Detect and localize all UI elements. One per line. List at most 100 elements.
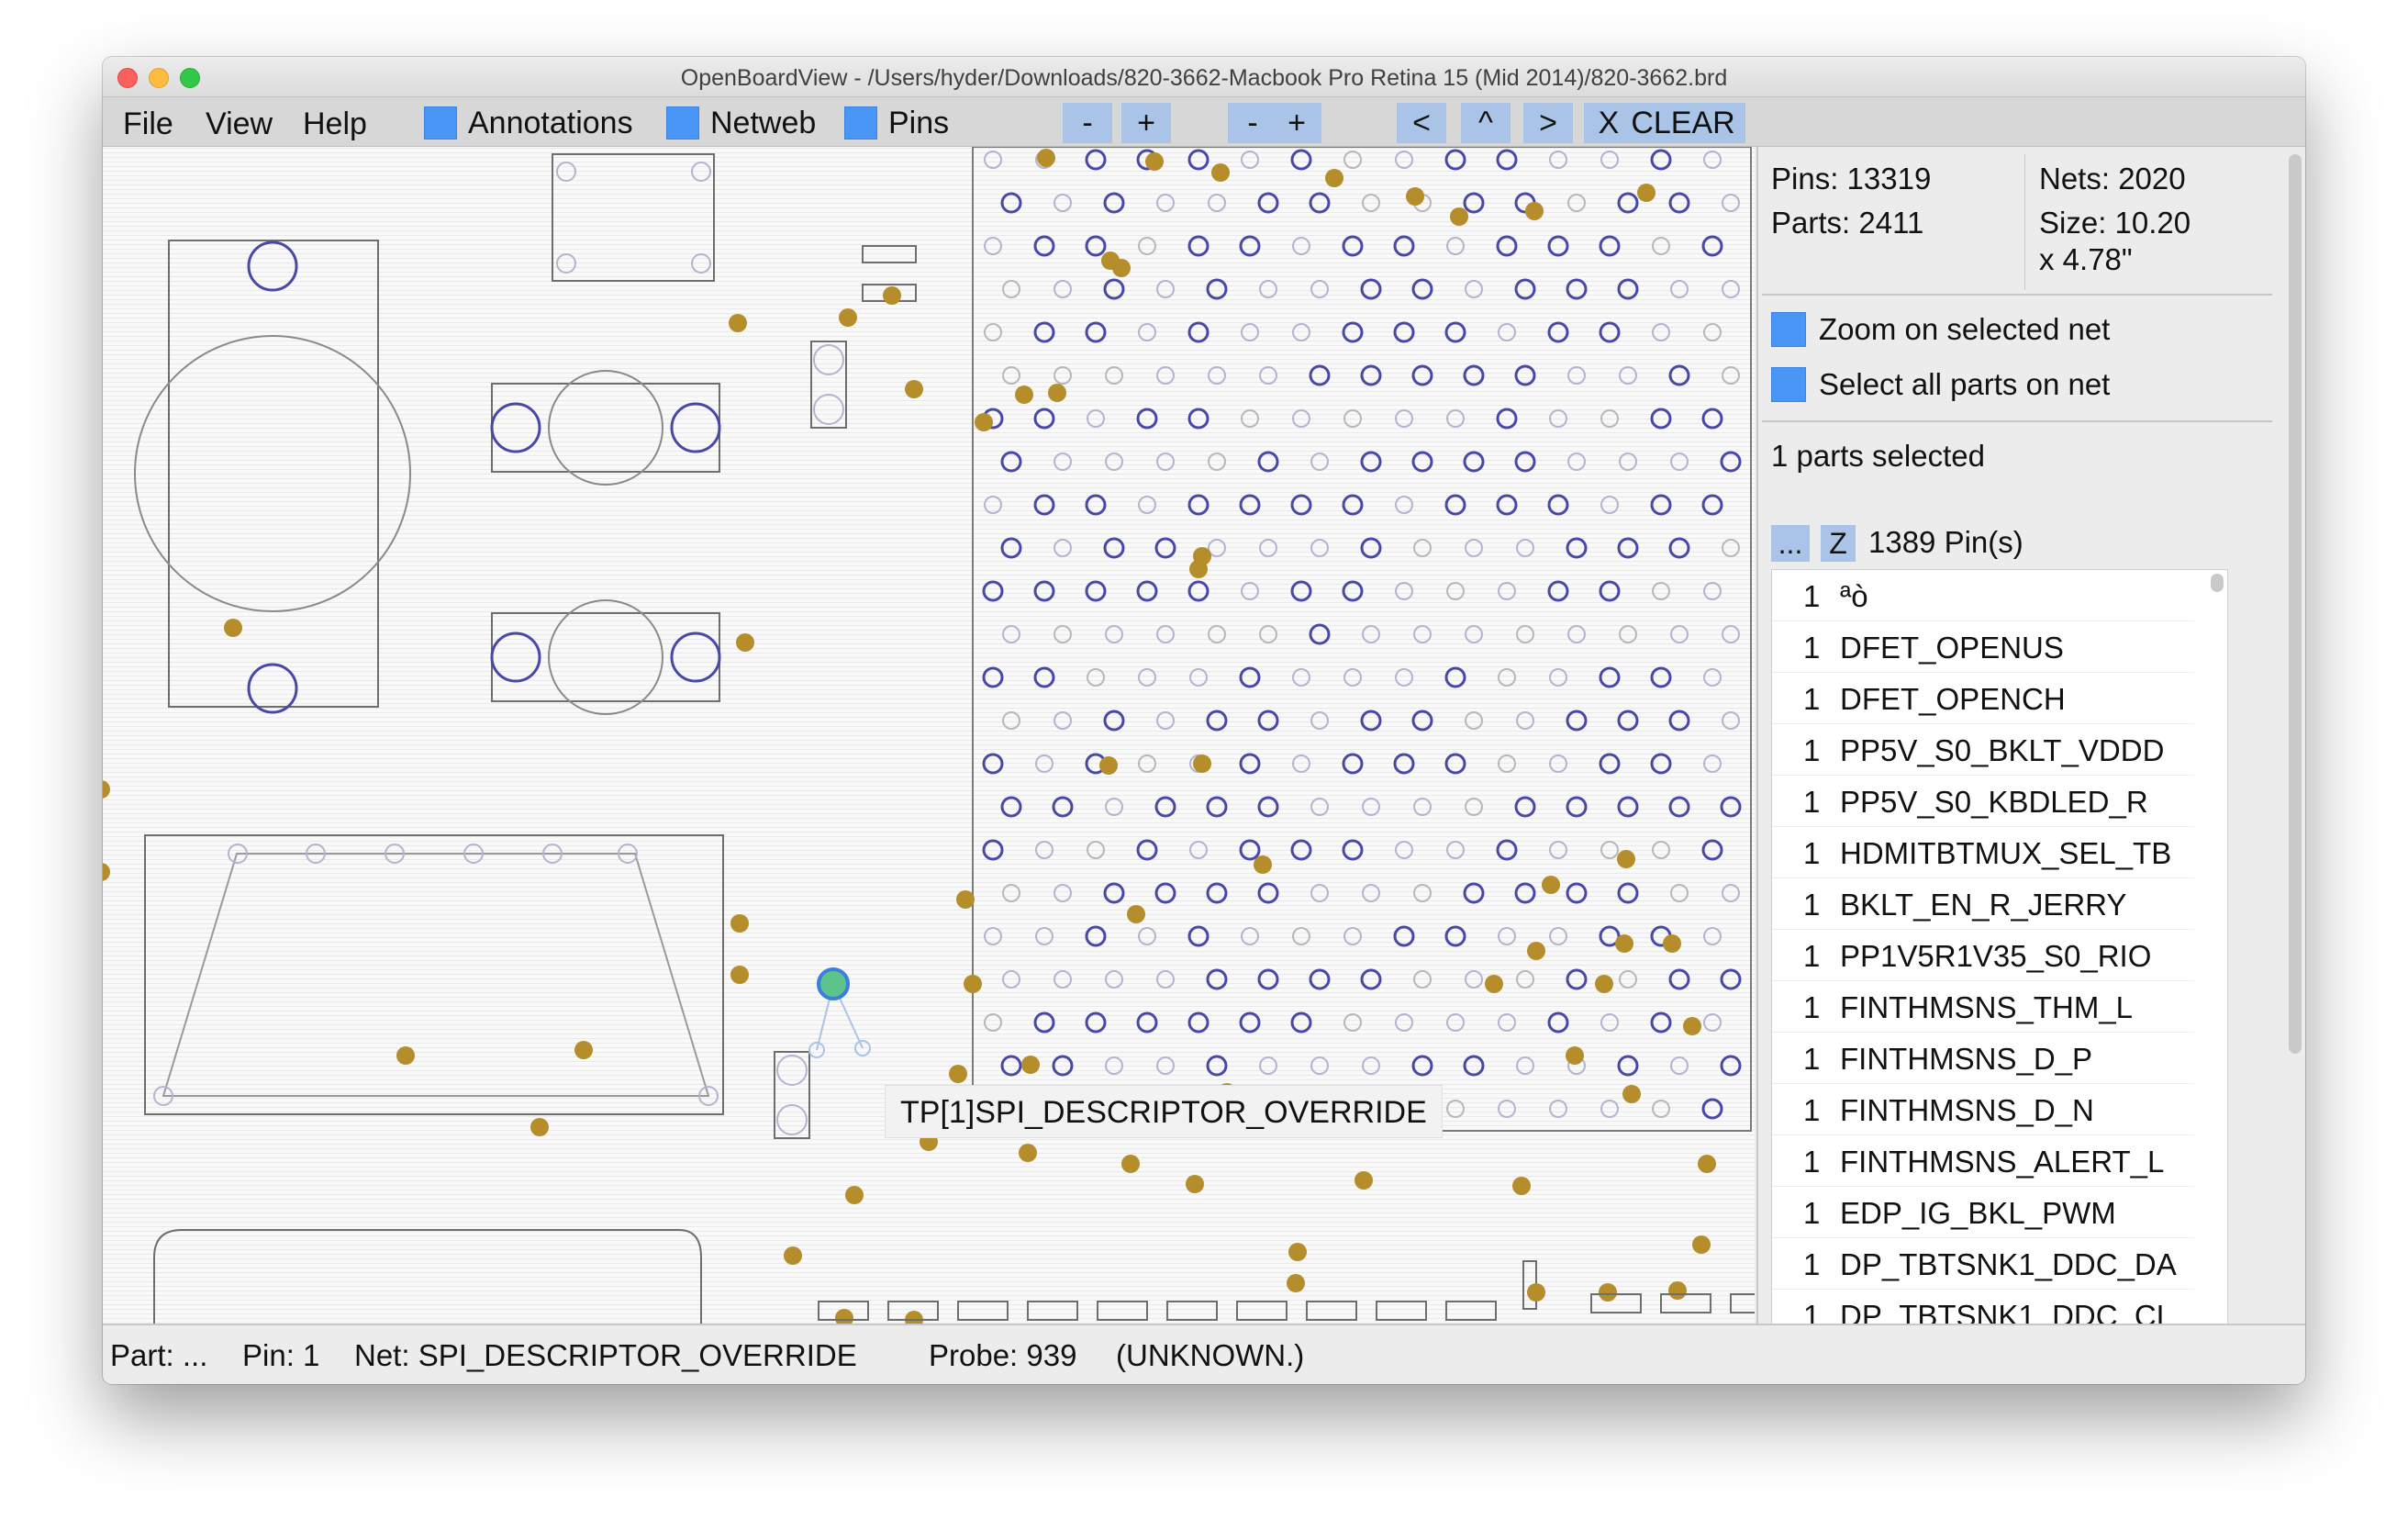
pin-list-item[interactable]: 1 DFET_OPENCH: [1772, 673, 2194, 724]
annotations-checkbox[interactable]: [424, 106, 457, 140]
part-circle: [548, 370, 663, 486]
bga-pin: [1619, 970, 1637, 989]
netweb-checkbox[interactable]: [666, 106, 699, 140]
bga-pin: [1105, 453, 1123, 471]
pad: [1445, 1301, 1497, 1321]
pin-list-count: 1: [1803, 631, 1821, 665]
zoom-out-fine-button[interactable]: -: [1228, 103, 1277, 143]
via: [1692, 1235, 1711, 1254]
part-pin: [490, 631, 541, 683]
pin-list-scrollbar[interactable]: [2211, 574, 2224, 592]
pins-checkbox[interactable]: [844, 106, 877, 140]
bga-pin: [1446, 841, 1465, 859]
pin-list-net-name: ªò: [1840, 579, 1868, 613]
bga-pin: [1085, 580, 1107, 602]
bga-pin: [982, 580, 1004, 602]
panel-scrollbar[interactable]: [2289, 154, 2302, 1054]
zoom-in-fine-button[interactable]: +: [1272, 103, 1321, 143]
annotations-toggle[interactable]: Annotations: [424, 106, 633, 140]
menu-file[interactable]: File: [123, 106, 173, 142]
pin-list-item[interactable]: 1 FINTHMSNS_D_N: [1772, 1084, 2194, 1135]
bga-pin: [1393, 925, 1415, 947]
up-button[interactable]: ^: [1461, 103, 1511, 143]
bga-pin: [1465, 711, 1483, 730]
pin-list-item[interactable]: 1 HDMITBTMUX_SEL_TB: [1772, 827, 2194, 878]
status-bar: Part: ... Pin: 1 Net: SPI_DESCRIPTOR_OVE…: [103, 1324, 2305, 1384]
bga-pin: [1000, 1055, 1022, 1077]
bga-pin: [1703, 582, 1722, 600]
via: [1354, 1171, 1373, 1190]
menu-help[interactable]: Help: [303, 106, 367, 142]
pins-toggle[interactable]: Pins: [844, 106, 949, 140]
bga-pin: [1103, 192, 1125, 214]
bga-pin: [1652, 237, 1670, 255]
bga-pin: [1498, 754, 1516, 773]
bga-pin: [1342, 580, 1364, 602]
select-all-parts-toggle[interactable]: Select all parts on net: [1771, 367, 2110, 402]
zoom-selected-net-toggle[interactable]: Zoom on selected net: [1771, 312, 2110, 347]
bga-pin: [1446, 1100, 1465, 1118]
next-button[interactable]: >: [1523, 103, 1573, 143]
pin-list-count: 1: [1803, 733, 1821, 767]
selected-pin: [817, 967, 850, 1000]
bga-pin: [1514, 796, 1536, 818]
menu-view[interactable]: View: [206, 106, 273, 142]
pin-list-item[interactable]: 1 PP5V_S0_BKLT_VDDD: [1772, 724, 2194, 776]
via: [1189, 560, 1208, 578]
bga-pin: [1652, 323, 1670, 341]
via: [530, 1118, 549, 1136]
more-button[interactable]: ...: [1771, 525, 1810, 562]
bga-pin: [1292, 409, 1310, 428]
bga-pin: [1342, 839, 1364, 861]
bga-pin: [1446, 409, 1465, 428]
select-all-parts-checkbox[interactable]: [1771, 367, 1806, 402]
via: [1668, 1281, 1687, 1300]
zoom-in-button[interactable]: +: [1121, 103, 1171, 143]
via: [1637, 184, 1656, 202]
bga-pin: [1411, 364, 1433, 386]
bga-pin: [1105, 798, 1123, 816]
zoom-out-button[interactable]: -: [1063, 103, 1112, 143]
pin-list-item[interactable]: 1 EDP_IG_BKL_PWM: [1772, 1187, 2194, 1238]
bga-pin: [1362, 194, 1380, 212]
via: [964, 975, 982, 993]
bga-pin: [1002, 711, 1020, 730]
pin-list-item[interactable]: 1 FINTHMSNS_THM_L: [1772, 981, 2194, 1033]
via: [883, 286, 901, 305]
bga-pin: [1054, 884, 1072, 902]
pin-list-item[interactable]: 1 DP_TBTSNK1_DDC_DA: [1772, 1238, 2194, 1290]
part-pin: [776, 1104, 808, 1135]
pad: [1166, 1301, 1218, 1321]
bga-pin: [1309, 968, 1331, 990]
bga-pin: [1206, 1055, 1228, 1077]
pin-list-item[interactable]: 1 FINTHMSNS_ALERT_L: [1772, 1135, 2194, 1187]
pin-list-count: 1: [1803, 1145, 1821, 1179]
bga-pin: [1138, 237, 1156, 255]
via: [1566, 1046, 1584, 1065]
bga-pin: [1413, 625, 1432, 643]
pin-list-net-name: DFET_OPENCH: [1840, 682, 2066, 716]
board-drawing[interactable]: [103, 147, 1755, 1324]
pin-list-item[interactable]: 1 DFET_OPENUS: [1772, 621, 2194, 673]
bga-pin: [1154, 882, 1176, 904]
prev-button[interactable]: <: [1397, 103, 1446, 143]
via: [1099, 756, 1118, 775]
bga-pin: [1360, 710, 1382, 732]
pin-list-item[interactable]: 1 FINTHMSNS_D_P: [1772, 1033, 2194, 1084]
board-cutout: [153, 1229, 702, 1324]
bga-pin: [1241, 151, 1259, 169]
pin-list-item[interactable]: 1 ªò: [1772, 570, 2194, 621]
zoom-selected-net-checkbox[interactable]: [1771, 312, 1806, 347]
bga-pin: [1413, 970, 1432, 989]
clear-button[interactable]: CLEAR: [1621, 103, 1745, 143]
netweb-toggle[interactable]: Netweb: [666, 106, 816, 140]
pin-list-net-name: PP1V5R1V35_S0_RIO: [1840, 939, 2152, 973]
pin-list-item[interactable]: 1 PP5V_S0_KBDLED_R: [1772, 776, 2194, 827]
zoom-pin-button[interactable]: Z: [1821, 525, 1856, 562]
bga-pin: [1206, 278, 1228, 300]
pin-list-item[interactable]: 1 PP1V5R1V35_S0_RIO: [1772, 930, 2194, 981]
pin-list-item[interactable]: 1 BKLT_EN_R_JERRY: [1772, 878, 2194, 930]
via: [1542, 876, 1560, 894]
pin-list[interactable]: 1 DP_TBTSNK1_DDC_CL 1 DP_TBTSNK1_DDC_DA 1 EDP…: [1771, 569, 2228, 1331]
board-canvas[interactable]: TP[1]SPI_DESCRIPTOR_OVERRIDE: [103, 147, 1755, 1324]
